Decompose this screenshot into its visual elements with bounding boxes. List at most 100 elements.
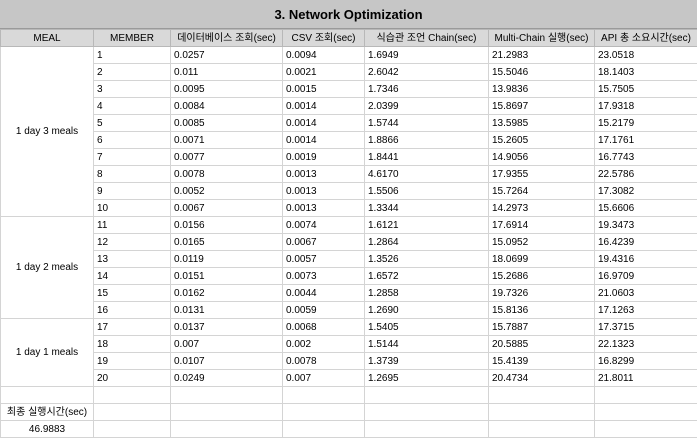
cell-csv-query[interactable]: 0.0078	[283, 353, 365, 370]
cell-api-total[interactable]: 16.9709	[595, 268, 697, 285]
cell-api-total[interactable]: 15.6606	[595, 200, 697, 217]
cell-multi-chain[interactable]: 15.7264	[489, 183, 595, 200]
cell-db-query[interactable]: 0.0084	[171, 98, 283, 115]
cell-db-query[interactable]: 0.0077	[171, 149, 283, 166]
cell-csv-query[interactable]: 0.0067	[283, 234, 365, 251]
cell-csv-query[interactable]: 0.007	[283, 370, 365, 387]
cell-multi-chain[interactable]: 17.6914	[489, 217, 595, 234]
cell-multi-chain[interactable]: 14.9056	[489, 149, 595, 166]
cell-diet-advice-chain[interactable]: 1.3344	[365, 200, 489, 217]
cell-multi-chain[interactable]: 17.9355	[489, 166, 595, 183]
cell-diet-advice-chain[interactable]: 1.5744	[365, 115, 489, 132]
cell-api-total[interactable]: 15.2179	[595, 115, 697, 132]
header-member[interactable]: MEMBER	[94, 30, 171, 47]
cell-csv-query[interactable]: 0.0019	[283, 149, 365, 166]
header-api-total[interactable]: API 총 소요시간(sec)	[595, 30, 697, 47]
cell-multi-chain[interactable]: 21.2983	[489, 47, 595, 64]
cell-api-total[interactable]: 18.1403	[595, 64, 697, 81]
cell-multi-chain[interactable]: 15.2605	[489, 132, 595, 149]
cell-member[interactable]: 15	[94, 285, 171, 302]
cell-diet-advice-chain[interactable]: 1.5405	[365, 319, 489, 336]
meal-group-cell[interactable]: 1 day 1 meals	[1, 319, 94, 387]
cell-api-total[interactable]: 19.3473	[595, 217, 697, 234]
cell-csv-query[interactable]: 0.0014	[283, 132, 365, 149]
cell-db-query[interactable]: 0.0156	[171, 217, 283, 234]
cell-diet-advice-chain[interactable]: 1.6572	[365, 268, 489, 285]
header-db-query[interactable]: 데이터베이스 조회(sec)	[171, 30, 283, 47]
empty-cell[interactable]	[489, 404, 595, 421]
cell-csv-query[interactable]: 0.0014	[283, 115, 365, 132]
meal-group-cell[interactable]: 1 day 2 meals	[1, 217, 94, 319]
empty-cell[interactable]	[283, 421, 365, 438]
cell-api-total[interactable]: 16.8299	[595, 353, 697, 370]
cell-member[interactable]: 5	[94, 115, 171, 132]
cell-multi-chain[interactable]: 13.9836	[489, 81, 595, 98]
cell-db-query[interactable]: 0.0071	[171, 132, 283, 149]
empty-cell[interactable]	[365, 404, 489, 421]
empty-cell[interactable]	[365, 387, 489, 404]
empty-cell[interactable]	[595, 404, 697, 421]
cell-member[interactable]: 11	[94, 217, 171, 234]
cell-csv-query[interactable]: 0.0014	[283, 98, 365, 115]
cell-member[interactable]: 12	[94, 234, 171, 251]
cell-multi-chain[interactable]: 15.5046	[489, 64, 595, 81]
total-time-label[interactable]: 최종 실행시간(sec)	[1, 404, 94, 421]
empty-cell[interactable]	[283, 404, 365, 421]
cell-db-query[interactable]: 0.0162	[171, 285, 283, 302]
cell-member[interactable]: 4	[94, 98, 171, 115]
cell-diet-advice-chain[interactable]: 1.2695	[365, 370, 489, 387]
cell-diet-advice-chain[interactable]: 1.3739	[365, 353, 489, 370]
cell-member[interactable]: 14	[94, 268, 171, 285]
cell-db-query[interactable]: 0.0067	[171, 200, 283, 217]
empty-cell[interactable]	[365, 421, 489, 438]
cell-db-query[interactable]: 0.0151	[171, 268, 283, 285]
empty-cell[interactable]	[171, 421, 283, 438]
cell-multi-chain[interactable]: 15.8697	[489, 98, 595, 115]
cell-member[interactable]: 8	[94, 166, 171, 183]
cell-api-total[interactable]: 17.1761	[595, 132, 697, 149]
cell-api-total[interactable]: 21.0603	[595, 285, 697, 302]
cell-multi-chain[interactable]: 20.5885	[489, 336, 595, 353]
cell-csv-query[interactable]: 0.0021	[283, 64, 365, 81]
cell-diet-advice-chain[interactable]: 2.6042	[365, 64, 489, 81]
cell-api-total[interactable]: 17.3715	[595, 319, 697, 336]
cell-member[interactable]: 1	[94, 47, 171, 64]
cell-multi-chain[interactable]: 19.7326	[489, 285, 595, 302]
cell-db-query[interactable]: 0.0249	[171, 370, 283, 387]
cell-api-total[interactable]: 15.7505	[595, 81, 697, 98]
cell-multi-chain[interactable]: 18.0699	[489, 251, 595, 268]
cell-db-query[interactable]: 0.0119	[171, 251, 283, 268]
total-time-value[interactable]: 46.9883	[1, 421, 94, 438]
cell-multi-chain[interactable]: 13.5985	[489, 115, 595, 132]
cell-diet-advice-chain[interactable]: 1.2858	[365, 285, 489, 302]
cell-multi-chain[interactable]: 15.7887	[489, 319, 595, 336]
cell-member[interactable]: 7	[94, 149, 171, 166]
cell-multi-chain[interactable]: 15.2686	[489, 268, 595, 285]
empty-cell[interactable]	[171, 404, 283, 421]
cell-member[interactable]: 13	[94, 251, 171, 268]
cell-api-total[interactable]: 17.1263	[595, 302, 697, 319]
cell-diet-advice-chain[interactable]: 1.5506	[365, 183, 489, 200]
cell-diet-advice-chain[interactable]: 1.6121	[365, 217, 489, 234]
empty-cell[interactable]	[94, 387, 171, 404]
cell-api-total[interactable]: 17.3082	[595, 183, 697, 200]
cell-db-query[interactable]: 0.0085	[171, 115, 283, 132]
cell-api-total[interactable]: 16.7743	[595, 149, 697, 166]
cell-diet-advice-chain[interactable]: 1.8441	[365, 149, 489, 166]
cell-multi-chain[interactable]: 15.0952	[489, 234, 595, 251]
cell-member[interactable]: 19	[94, 353, 171, 370]
empty-cell[interactable]	[171, 387, 283, 404]
cell-multi-chain[interactable]: 14.2973	[489, 200, 595, 217]
header-multi-chain[interactable]: Multi-Chain 실행(sec)	[489, 30, 595, 47]
cell-csv-query[interactable]: 0.0073	[283, 268, 365, 285]
cell-multi-chain[interactable]: 20.4734	[489, 370, 595, 387]
cell-db-query[interactable]: 0.0078	[171, 166, 283, 183]
cell-api-total[interactable]: 19.4316	[595, 251, 697, 268]
cell-csv-query[interactable]: 0.0074	[283, 217, 365, 234]
cell-csv-query[interactable]: 0.002	[283, 336, 365, 353]
cell-member[interactable]: 2	[94, 64, 171, 81]
cell-diet-advice-chain[interactable]: 1.3526	[365, 251, 489, 268]
empty-cell[interactable]	[595, 421, 697, 438]
cell-diet-advice-chain[interactable]: 1.2864	[365, 234, 489, 251]
cell-db-query[interactable]: 0.007	[171, 336, 283, 353]
